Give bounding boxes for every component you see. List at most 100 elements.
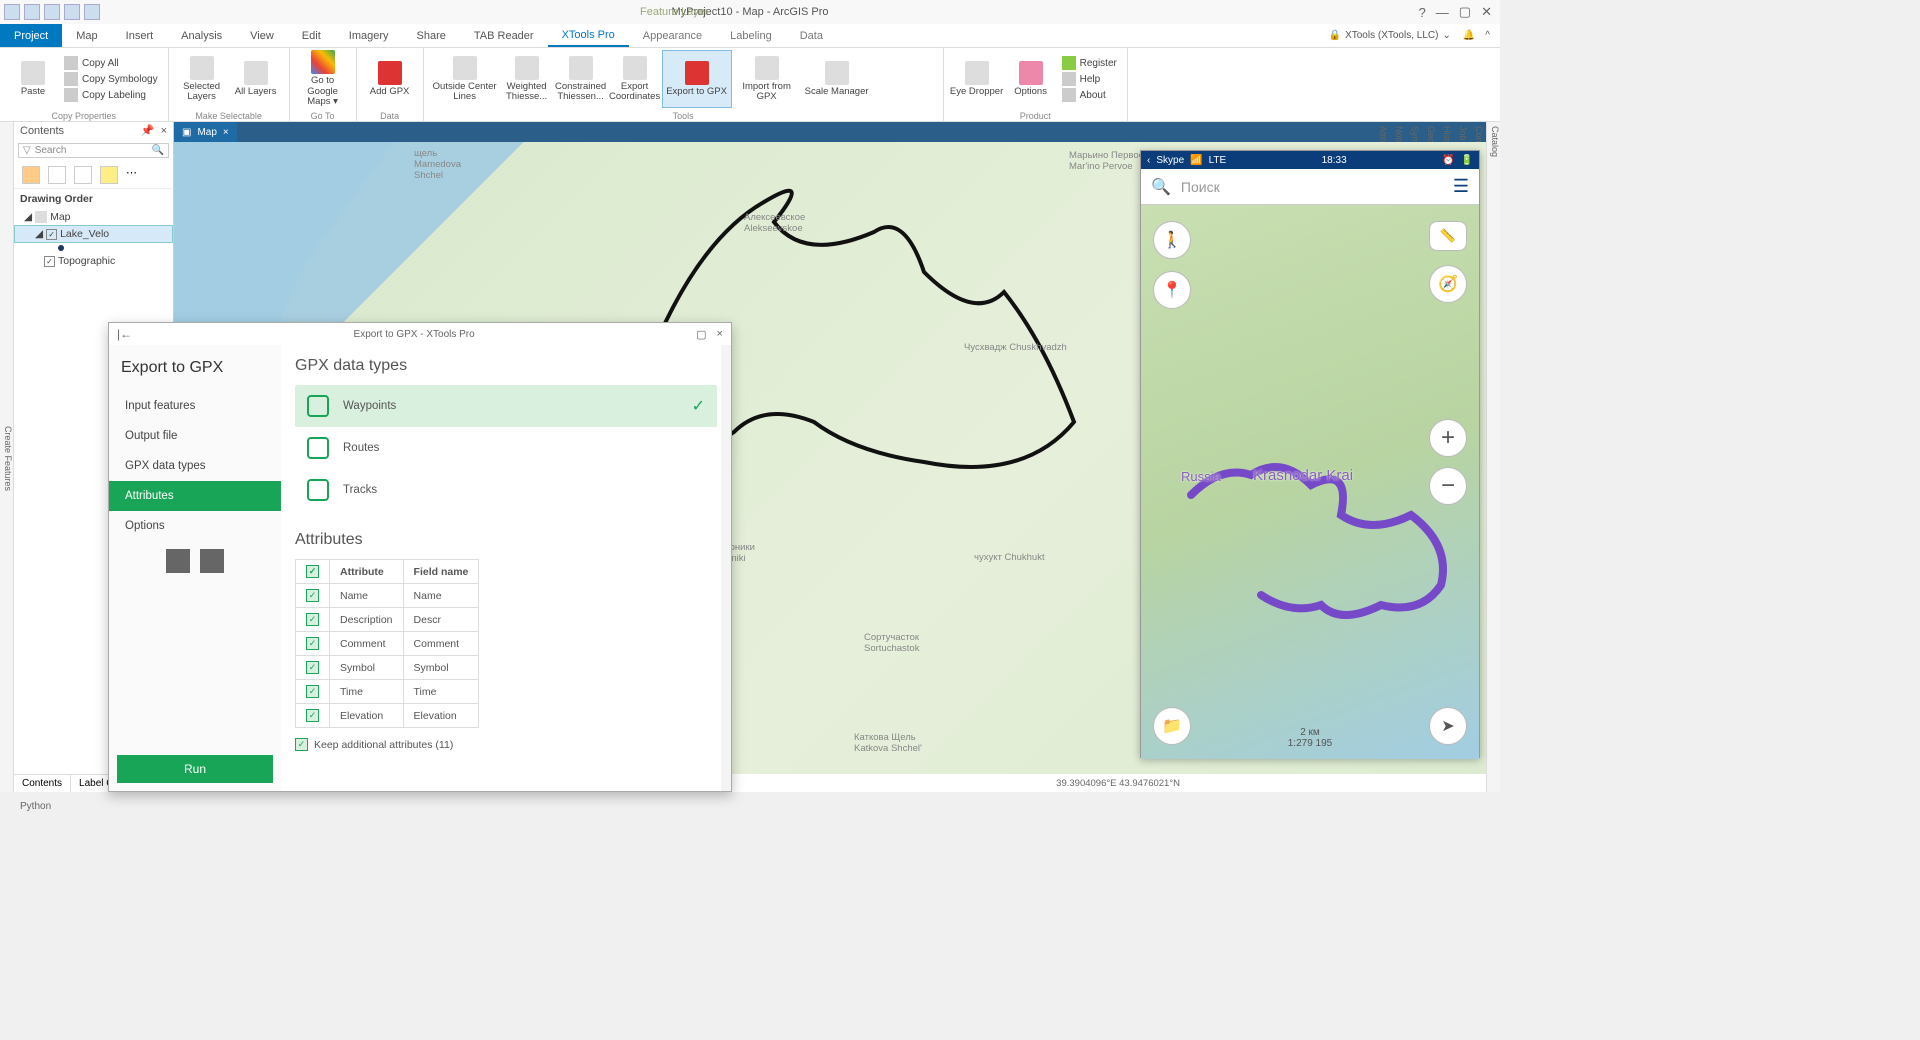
tab-project[interactable]: Project <box>0 24 62 47</box>
hamburger-icon[interactable]: ☰ <box>1453 176 1469 197</box>
phone-search-bar[interactable]: 🔍 Поиск ☰ <box>1141 169 1479 205</box>
compass-button[interactable]: 🧭 <box>1429 265 1467 303</box>
keep-checkbox[interactable]: ✓ <box>295 738 308 751</box>
tab-labeling[interactable]: Labeling <box>716 24 786 47</box>
scale-manager-button[interactable]: Scale Manager <box>802 50 872 108</box>
export-coordinates-button[interactable]: Export Coordinates <box>608 50 662 108</box>
options-button[interactable]: Options <box>1004 50 1058 108</box>
help-card-icon[interactable] <box>200 549 224 573</box>
row-checkbox[interactable]: ✓ <box>306 589 319 602</box>
row-checkbox[interactable]: ✓ <box>306 661 319 674</box>
toc-layer-topographic[interactable]: ✓Topographic <box>14 253 173 269</box>
dialog-maximize-icon[interactable]: ▢ <box>696 328 706 341</box>
datatype-tracks[interactable]: Tracks <box>295 469 717 511</box>
qat-save-icon[interactable] <box>44 4 60 20</box>
help-button[interactable]: Help <box>1058 71 1121 87</box>
run-button[interactable]: Run <box>117 755 273 783</box>
nav-gpx-data-types[interactable]: GPX data types <box>109 451 281 481</box>
copy-symbology-button[interactable]: Copy Symbology <box>60 71 162 87</box>
collapse-ribbon-icon[interactable]: ^ <box>1485 30 1490 41</box>
dialog-close-icon[interactable]: × <box>717 328 723 341</box>
tab-appearance[interactable]: Appearance <box>629 24 716 47</box>
qat-undo-icon[interactable] <box>64 4 80 20</box>
qat-new-icon[interactable] <box>4 4 20 20</box>
layer-checkbox[interactable]: ✓ <box>44 256 55 267</box>
google-maps-button[interactable]: Go to Google Maps ▾ <box>296 50 350 108</box>
field-cell[interactable]: Elevation <box>403 704 479 728</box>
dialog-back-icon[interactable]: |← <box>117 327 132 341</box>
toc-map[interactable]: ◢Map <box>14 209 173 225</box>
nav-output-file[interactable]: Output file <box>109 421 281 451</box>
close-pane-icon[interactable]: × <box>161 125 167 137</box>
minimize-button[interactable]: — <box>1436 5 1449 20</box>
copy-labeling-button[interactable]: Copy Labeling <box>60 87 162 103</box>
nav-attributes[interactable]: Attributes <box>109 481 281 511</box>
tab-xtoolspro[interactable]: XTools Pro <box>548 24 629 47</box>
pin-icon[interactable]: 📌 <box>141 124 155 137</box>
eye-dropper-button[interactable]: Eye Dropper <box>950 50 1004 108</box>
export-to-gpx-button[interactable]: Export to GPX <box>662 50 732 108</box>
field-cell[interactable]: Name <box>403 584 479 608</box>
field-cell[interactable]: Descr <box>403 608 479 632</box>
row-checkbox[interactable]: ✓ <box>306 709 319 722</box>
phone-map-canvas[interactable]: Russia Krasnodar Krai 🚶 📍 📏 🧭 + − 📁 ➤ 2 … <box>1141 205 1479 759</box>
list-by-source-icon[interactable] <box>48 166 66 184</box>
select-all-checkbox[interactable]: ✓ <box>306 565 319 578</box>
keep-additional-row[interactable]: ✓ Keep additional attributes (11) <box>295 728 717 751</box>
contents-search[interactable]: ▽ Search 🔍 <box>18 143 169 158</box>
field-cell[interactable]: Comment <box>403 632 479 656</box>
camera-icon[interactable] <box>166 549 190 573</box>
ruler-button[interactable]: 📏 <box>1429 221 1467 251</box>
weighted-thiessen-button[interactable]: Weighted Thiesse... <box>500 50 554 108</box>
tab-tabreader[interactable]: TAB Reader <box>460 24 548 47</box>
row-checkbox[interactable]: ✓ <box>306 637 319 650</box>
zoom-out-button[interactable]: − <box>1429 467 1467 505</box>
paste-button[interactable]: Paste <box>6 50 60 108</box>
maximize-button[interactable]: ▢ <box>1459 4 1471 20</box>
datatype-routes[interactable]: Routes <box>295 427 717 469</box>
field-cell[interactable]: Symbol <box>403 656 479 680</box>
datatype-waypoints[interactable]: Waypoints ✓ <box>295 385 717 427</box>
python-indicator[interactable]: Python <box>20 801 51 812</box>
left-rail-create-features[interactable]: Create Features <box>0 122 14 792</box>
scrollbar[interactable] <box>721 345 731 791</box>
toc-layer-lake-velo[interactable]: ◢✓Lake_Velo <box>14 225 173 243</box>
all-layers-button[interactable]: All Layers <box>229 50 283 108</box>
list-by-selection-icon[interactable] <box>74 166 92 184</box>
add-pin-button[interactable]: 📍 <box>1153 271 1191 309</box>
add-gpx-button[interactable]: Add GPX <box>363 50 417 108</box>
register-button[interactable]: Register <box>1058 55 1121 71</box>
tab-imagery[interactable]: Imagery <box>335 24 403 47</box>
tab-analysis[interactable]: Analysis <box>167 24 236 47</box>
constrained-thiessen-button[interactable]: Constrained Thiessen... <box>554 50 608 108</box>
tab-view[interactable]: View <box>236 24 288 47</box>
nav-options[interactable]: Options <box>109 511 281 541</box>
layer-checkbox[interactable]: ✓ <box>46 229 57 240</box>
list-by-drawing-icon[interactable] <box>22 166 40 184</box>
help-icon[interactable]: ? <box>1419 5 1426 20</box>
row-checkbox[interactable]: ✓ <box>306 685 319 698</box>
qat-open-icon[interactable] <box>24 4 40 20</box>
rail-catalog[interactable]: Catalog <box>1490 126 1500 792</box>
close-button[interactable]: ✕ <box>1481 4 1492 20</box>
pane-tab-contents[interactable]: Contents <box>14 775 71 792</box>
map-tab[interactable]: ▣ Map × <box>174 122 237 142</box>
zoom-in-button[interactable]: + <box>1429 419 1467 457</box>
selected-layers-button[interactable]: Selected Layers <box>175 50 229 108</box>
walking-mode-button[interactable]: 🚶 <box>1153 221 1191 259</box>
map-tab-close[interactable]: × <box>223 127 229 138</box>
field-cell[interactable]: Time <box>403 680 479 704</box>
row-checkbox[interactable]: ✓ <box>306 613 319 626</box>
about-button[interactable]: About <box>1058 87 1121 103</box>
tab-edit[interactable]: Edit <box>288 24 335 47</box>
outside-center-lines-button[interactable]: Outside Center Lines <box>430 50 500 108</box>
locate-button[interactable]: ➤ <box>1429 707 1467 745</box>
tab-insert[interactable]: Insert <box>112 24 168 47</box>
copy-all-button[interactable]: Copy All <box>60 55 162 71</box>
tab-map[interactable]: Map <box>62 24 111 47</box>
folder-button[interactable]: 📁 <box>1153 707 1191 745</box>
sign-in-status[interactable]: 🔒 XTools (XTools, LLC) ⌄ 🔔 ^ <box>1319 24 1500 47</box>
qat-redo-icon[interactable] <box>84 4 100 20</box>
import-from-gpx-button[interactable]: Import from GPX <box>732 50 802 108</box>
back-icon[interactable]: ‹ <box>1147 155 1150 166</box>
